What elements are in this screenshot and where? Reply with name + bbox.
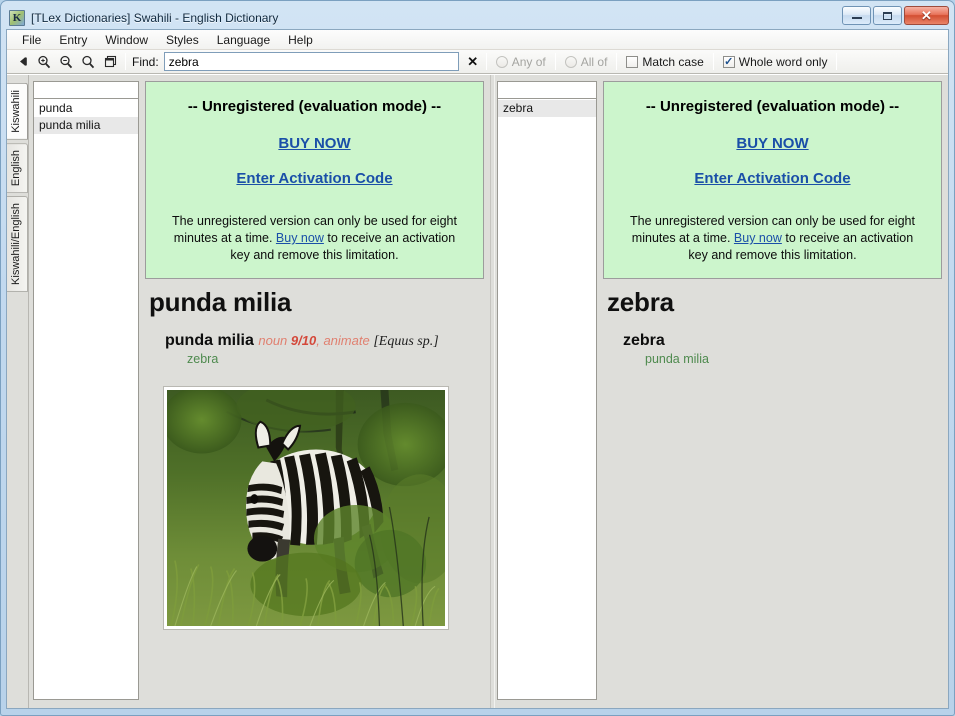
workspace: Kiswahili English Kiswahili/English pund… <box>7 74 948 708</box>
close-icon: ✕ <box>921 9 932 22</box>
pos-noun-class: 9/10 <box>291 333 316 348</box>
minimize-icon <box>852 16 862 19</box>
right-entry-lemma: zebra <box>623 332 942 350</box>
enter-activation-code-link[interactable]: Enter Activation Code <box>158 170 471 187</box>
menu-entry[interactable]: Entry <box>50 31 96 49</box>
search-icon <box>81 55 95 69</box>
toolbar-separator-4 <box>616 53 617 70</box>
zoom-out-icon <box>59 55 73 69</box>
option-any-of-label: Any of <box>512 55 546 69</box>
option-whole-word-only-label: Whole word only <box>739 55 828 69</box>
app-logo-icon: K <box>9 10 25 26</box>
option-all-of-label: All of <box>581 55 608 69</box>
menu-file[interactable]: File <box>13 31 50 49</box>
left-list-search-box[interactable] <box>33 81 139 98</box>
clear-search-button[interactable]: ✕ <box>464 53 482 71</box>
menu-window[interactable]: Window <box>96 31 157 49</box>
nag-body-buy-now-link[interactable]: Buy now <box>734 231 782 245</box>
sidebar-tab-english[interactable]: English <box>7 143 28 193</box>
menu-bar: File Entry Window Styles Language Help <box>7 30 948 50</box>
left-entry-lemma: punda milia <box>165 332 254 349</box>
left-entry-scientific-name: [Equus sp.] <box>373 334 438 349</box>
zoom-out-button[interactable] <box>55 52 77 72</box>
language-tab-strip: Kiswahili English Kiswahili/English <box>7 75 29 708</box>
left-entry-image-frame[interactable] <box>163 386 449 630</box>
maximize-icon <box>883 12 892 20</box>
right-entry-translation: punda milia <box>645 352 942 366</box>
zebra-photo-svg <box>167 390 445 626</box>
duplicate-window-icon <box>104 55 117 68</box>
menu-help[interactable]: Help <box>279 31 322 49</box>
list-item[interactable]: punda milia <box>34 117 138 134</box>
right-word-list[interactable]: zebra <box>497 98 597 700</box>
right-sense-block: zebra punda milia <box>623 332 942 366</box>
menu-styles[interactable]: Styles <box>157 31 208 49</box>
checkbox-match-case-icon <box>626 56 638 68</box>
right-list-search-box[interactable] <box>497 81 597 98</box>
minimize-button[interactable] <box>842 6 871 25</box>
right-entry-headword: zebra <box>607 287 942 318</box>
list-item[interactable]: punda <box>34 100 138 117</box>
nag-body: The unregistered version can only be use… <box>158 213 471 264</box>
pos-suffix: , animate <box>316 333 373 348</box>
client-area: File Entry Window Styles Language Help <box>6 29 949 709</box>
list-item[interactable]: zebra <box>498 100 596 117</box>
application-window: K [TLex Dictionaries] Swahili - English … <box>0 0 955 716</box>
toolbar-separator-5 <box>713 53 714 70</box>
left-sense-block: punda milia noun 9/10, animate [Equus sp… <box>165 332 484 366</box>
back-button[interactable] <box>11 52 33 72</box>
right-nag-box: -- Unregistered (evaluation mode) -- BUY… <box>603 81 942 279</box>
back-icon <box>16 55 29 68</box>
left-article-pane: -- Unregistered (evaluation mode) -- BUY… <box>139 75 490 708</box>
sidebar-tab-kiswahili[interactable]: Kiswahili <box>7 83 28 140</box>
option-any-of[interactable]: Any of <box>491 55 551 69</box>
buy-now-link[interactable]: BUY NOW <box>616 135 929 152</box>
search-input[interactable] <box>164 52 459 71</box>
toolbar-separator-2 <box>486 53 487 70</box>
zoom-in-icon <box>37 55 51 69</box>
enter-activation-code-link[interactable]: Enter Activation Code <box>616 170 929 187</box>
nag-title: -- Unregistered (evaluation mode) -- <box>616 98 929 115</box>
window-title: [TLex Dictionaries] Swahili - English Di… <box>31 11 278 25</box>
pos-prefix: noun <box>258 333 291 348</box>
right-article-pane: -- Unregistered (evaluation mode) -- BUY… <box>597 75 948 708</box>
checkbox-whole-word-only-icon <box>723 56 735 68</box>
buy-now-link[interactable]: BUY NOW <box>158 135 471 152</box>
nag-body: The unregistered version can only be use… <box>616 213 929 264</box>
radio-all-of-icon <box>565 56 577 68</box>
left-entry-headword: punda milia <box>149 287 484 318</box>
toolbar: Find: ✕ Any of All of Match case Whole w <box>7 50 948 74</box>
left-entry-translation: zebra <box>187 352 484 366</box>
close-button[interactable]: ✕ <box>904 6 949 25</box>
nag-title: -- Unregistered (evaluation mode) -- <box>158 98 471 115</box>
option-match-case[interactable]: Match case <box>621 55 708 69</box>
duplicate-window-button[interactable] <box>99 52 121 72</box>
option-match-case-label: Match case <box>642 55 703 69</box>
title-bar: K [TLex Dictionaries] Swahili - English … <box>6 6 949 29</box>
right-word-list-pane: zebra <box>495 75 597 708</box>
left-word-list-pane: punda punda milia <box>29 75 139 708</box>
left-entry-part-of-speech: noun 9/10, animate <box>258 333 373 348</box>
menu-language[interactable]: Language <box>208 31 279 49</box>
zoom-in-button[interactable] <box>33 52 55 72</box>
sidebar-tab-kiswahili-english[interactable]: Kiswahili/English <box>7 196 28 292</box>
search-button[interactable] <box>77 52 99 72</box>
radio-any-of-icon <box>496 56 508 68</box>
toolbar-separator-1 <box>125 53 126 70</box>
toolbar-separator-6 <box>836 53 837 70</box>
window-controls: ✕ <box>842 6 949 25</box>
option-all-of[interactable]: All of <box>560 55 613 69</box>
nag-body-buy-now-link[interactable]: Buy now <box>276 231 324 245</box>
left-nag-box: -- Unregistered (evaluation mode) -- BUY… <box>145 81 484 279</box>
option-whole-word-only[interactable]: Whole word only <box>718 55 833 69</box>
left-word-list[interactable]: punda punda milia <box>33 98 139 700</box>
left-sense-line: punda milia noun 9/10, animate [Equus sp… <box>165 332 484 350</box>
toolbar-separator-3 <box>555 53 556 70</box>
maximize-button[interactable] <box>873 6 902 25</box>
zebra-photograph <box>167 390 445 626</box>
find-label: Find: <box>132 55 159 69</box>
